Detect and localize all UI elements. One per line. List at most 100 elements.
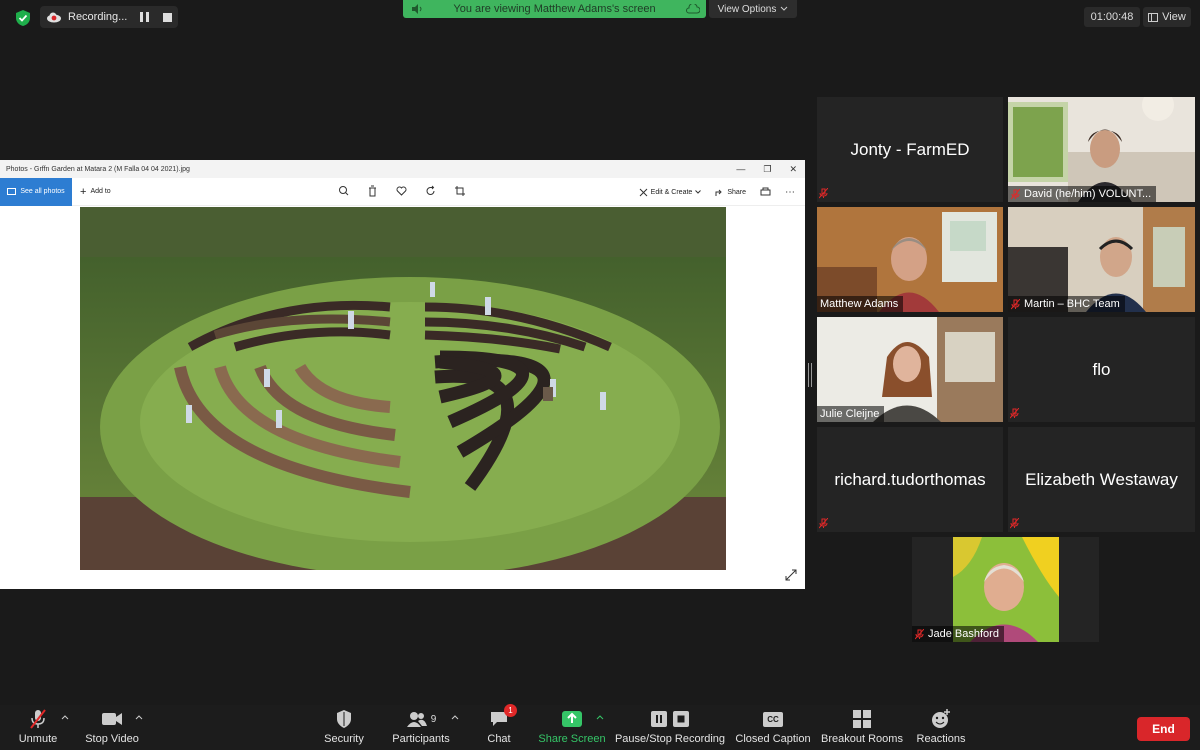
smiley-plus-icon	[932, 709, 950, 728]
recording-controls-label: Pause/Stop Recording	[614, 733, 726, 745]
participant-name: flo	[1092, 359, 1111, 379]
stop-recording-icon[interactable]	[163, 12, 172, 22]
chat-unread-badge: 1	[504, 704, 517, 717]
participant-tile[interactable]: Jade Bashford	[912, 537, 1099, 642]
closed-caption-button[interactable]: CC Closed Caption	[735, 705, 811, 750]
expand-icon[interactable]	[785, 569, 797, 581]
delete-icon[interactable]	[367, 185, 378, 197]
view-options-button[interactable]: View Options	[709, 0, 797, 18]
share-screen-label: Share Screen	[538, 733, 606, 745]
muted-mic-icon	[915, 628, 924, 639]
crop-icon[interactable]	[454, 185, 465, 197]
panel-resize-handle[interactable]	[808, 363, 812, 387]
minimize-icon[interactable]: —	[736, 164, 745, 174]
add-to-button[interactable]: + Add to	[80, 186, 111, 198]
participants-button[interactable]: 9 Participants	[390, 705, 452, 750]
cloud-icon	[686, 4, 700, 14]
participants-count: 9	[430, 713, 437, 725]
participant-name: Julie Cleijne	[820, 408, 880, 420]
participant-tile[interactable]: Martin – BHC Team	[1008, 207, 1195, 312]
unmute-label: Unmute	[18, 733, 58, 745]
close-icon[interactable]: ✕	[789, 164, 797, 175]
participant-tile[interactable]: Julie Cleijne	[817, 317, 1003, 422]
reactions-label: Reactions	[916, 733, 966, 745]
favorite-heart-icon[interactable]	[396, 185, 407, 197]
participant-namebar: Martin – BHC Team	[1008, 296, 1125, 312]
closed-caption-icon: CC	[763, 711, 783, 727]
participant-tile[interactable]: Jonty - FarmED	[817, 97, 1003, 202]
print-icon[interactable]	[760, 187, 771, 197]
participants-caret-icon[interactable]	[451, 714, 459, 720]
stop-video-label: Stop Video	[85, 733, 139, 745]
photos-toolbar: See all photos + Add to Edit & Create Sh…	[0, 177, 805, 206]
video-options-caret-icon[interactable]	[135, 714, 143, 720]
see-all-photos-button[interactable]: See all photos	[0, 177, 72, 206]
participant-name: Elizabeth Westaway	[1025, 469, 1178, 489]
participant-tile[interactable]: richard.tudorthomas	[817, 427, 1003, 532]
edit-icon	[639, 188, 648, 196]
audio-options-caret-icon[interactable]	[61, 714, 69, 720]
security-label: Security	[324, 733, 364, 745]
share-screen-button[interactable]: Share Screen	[538, 705, 606, 750]
end-meeting-button[interactable]: End	[1137, 717, 1190, 741]
participants-icon	[406, 712, 427, 727]
stop-video-button[interactable]: Stop Video	[84, 705, 140, 750]
recording-indicator: Recording...	[40, 6, 178, 28]
security-button[interactable]: Security	[322, 705, 366, 750]
view-options-label: View Options	[717, 3, 777, 15]
photos-icon	[7, 188, 17, 195]
share-options-caret-icon[interactable]	[596, 714, 604, 720]
participant-tile[interactable]: David (he/him) VOLUNT...	[1008, 97, 1195, 202]
participant-name: Martin – BHC Team	[1024, 298, 1120, 310]
participant-name: Jonty - FarmED	[850, 139, 970, 159]
edit-create-button[interactable]: Edit & Create	[639, 188, 702, 197]
share-button[interactable]: Share	[715, 188, 746, 197]
gallery-grid-icon	[1148, 12, 1159, 22]
breakout-rooms-button[interactable]: Breakout Rooms	[821, 705, 903, 750]
meeting-controls-bar: Unmute Stop Video Security 9 Participant…	[0, 704, 1200, 750]
recording-label: Recording...	[68, 11, 128, 23]
breakout-rooms-icon	[853, 710, 871, 728]
add-to-label: Add to	[90, 188, 111, 195]
chevron-down-icon	[781, 6, 788, 11]
unmute-button[interactable]: Unmute	[16, 705, 60, 750]
view-label: View	[1162, 11, 1186, 23]
muted-microphone-icon	[30, 709, 46, 729]
participant-name: David (he/him) VOLUNT...	[1024, 188, 1152, 200]
more-options-icon[interactable]: ⋯	[785, 187, 795, 198]
zoom-icon[interactable]	[338, 185, 349, 197]
participant-tile[interactable]: Elizabeth Westaway	[1008, 427, 1195, 532]
participant-namebar: Matthew Adams	[817, 296, 904, 312]
chat-button[interactable]: 1 Chat	[483, 704, 517, 750]
pause-recording-icon[interactable]	[140, 12, 149, 22]
video-camera-icon	[102, 713, 122, 725]
participant-tile-active-speaker[interactable]: Matthew Adams	[817, 207, 1003, 312]
share-screen-icon	[562, 711, 582, 727]
security-shield-icon[interactable]	[14, 9, 32, 27]
rotate-icon[interactable]	[425, 185, 436, 197]
muted-mic-icon	[819, 518, 828, 529]
muted-mic-icon	[819, 188, 828, 199]
participant-tile[interactable]: flo	[1008, 317, 1195, 422]
share-icon	[715, 189, 723, 196]
viewing-banner: You are viewing Matthew Adams's screen	[403, 0, 706, 18]
participant-namebar: Julie Cleijne	[817, 406, 885, 422]
viewing-banner-text: You are viewing Matthew Adams's screen	[453, 3, 656, 15]
window-titlebar: Photos - Grffn Garden at Matara 2 (M Fal…	[0, 160, 805, 178]
participants-label: Participants	[392, 733, 450, 745]
restore-icon[interactable]: ❐	[763, 164, 771, 175]
muted-mic-icon	[1010, 518, 1019, 529]
pause-icon	[651, 711, 667, 727]
reactions-button[interactable]: Reactions	[916, 705, 966, 750]
plus-icon: +	[80, 185, 87, 198]
view-button[interactable]: View	[1143, 7, 1191, 27]
pause-stop-recording-button[interactable]: Pause/Stop Recording	[614, 705, 726, 750]
participant-name: richard.tudorthomas	[834, 469, 986, 489]
chat-label: Chat	[487, 733, 511, 745]
participant-namebar: David (he/him) VOLUNT...	[1008, 186, 1157, 202]
chevron-down-icon	[695, 190, 702, 194]
participant-name: Matthew Adams	[820, 298, 899, 310]
closed-caption-label: Closed Caption	[735, 733, 811, 745]
shared-screen-window[interactable]: Photos - Grffn Garden at Matara 2 (M Fal…	[0, 160, 805, 589]
shield-icon	[337, 710, 351, 728]
